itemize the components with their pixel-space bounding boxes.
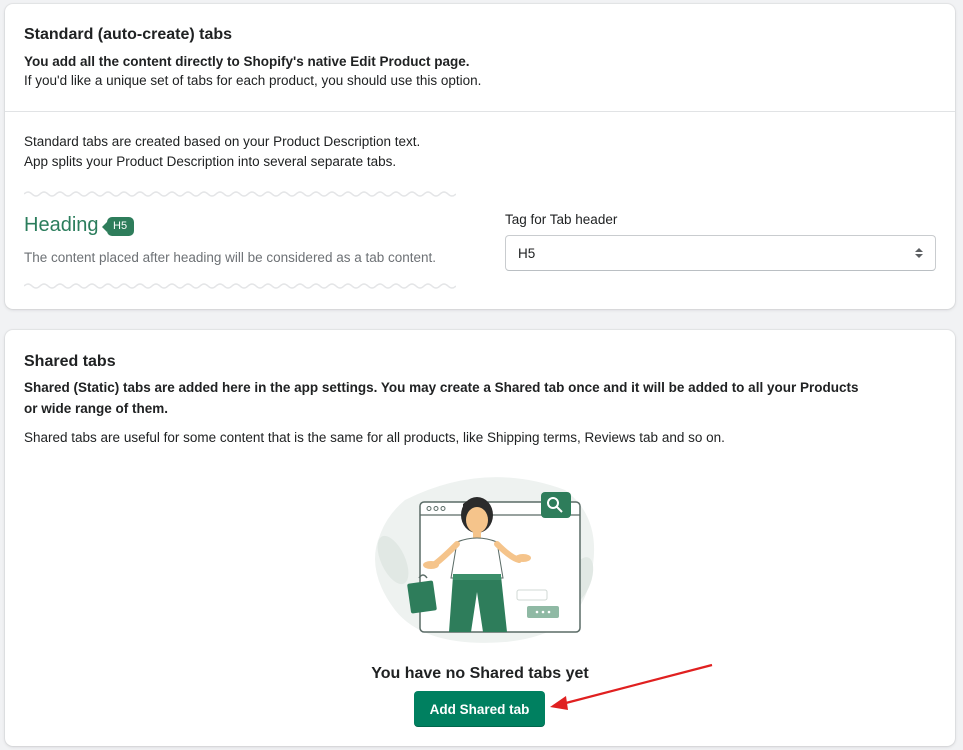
sort-arrows-icon	[915, 248, 923, 258]
standard-tabs-bold-line: You add all the content directly to Shop…	[24, 54, 470, 69]
divider	[5, 111, 955, 112]
annotation-arrow	[550, 663, 713, 710]
shared-tabs-bold-line1: Shared (Static) tabs are added here in t…	[24, 380, 859, 395]
standard-tabs-title: Standard (auto-create) tabs	[24, 26, 233, 43]
shared-tabs-title: Shared tabs	[24, 353, 116, 370]
tab-header-tag-value: H5	[518, 245, 536, 261]
shared-tabs-desc: Shared tabs are useful for some content …	[24, 430, 725, 445]
standard-desc-line2: App splits your Product Description into…	[24, 154, 397, 169]
wave-divider-bottom	[24, 283, 456, 289]
standard-tabs-card: Standard (auto-create) tabs You add all …	[5, 4, 955, 309]
tab-header-tag-select[interactable]: H5	[505, 235, 936, 271]
standard-desc-line1: Standard tabs are created based on your …	[24, 134, 421, 149]
wave-divider-top	[24, 191, 456, 197]
heading-note: The content placed after heading will be…	[24, 250, 437, 265]
shared-tabs-card: Shared tabs Shared (Static) tabs are add…	[5, 330, 955, 746]
shared-tabs-bold-line2: or wide range of them.	[24, 401, 169, 416]
tab-header-tag-label: Tag for Tab header	[505, 212, 618, 227]
empty-state-title: You have no Shared tabs yet	[371, 665, 589, 682]
add-shared-tab-button[interactable]: Add Shared tab	[414, 691, 545, 727]
standard-tabs-hint: If you'd like a unique set of tabs for e…	[24, 73, 482, 88]
heading-tag-badge: H5	[101, 217, 135, 236]
heading-example: Heading	[24, 214, 99, 236]
empty-state-illustration	[375, 477, 595, 643]
